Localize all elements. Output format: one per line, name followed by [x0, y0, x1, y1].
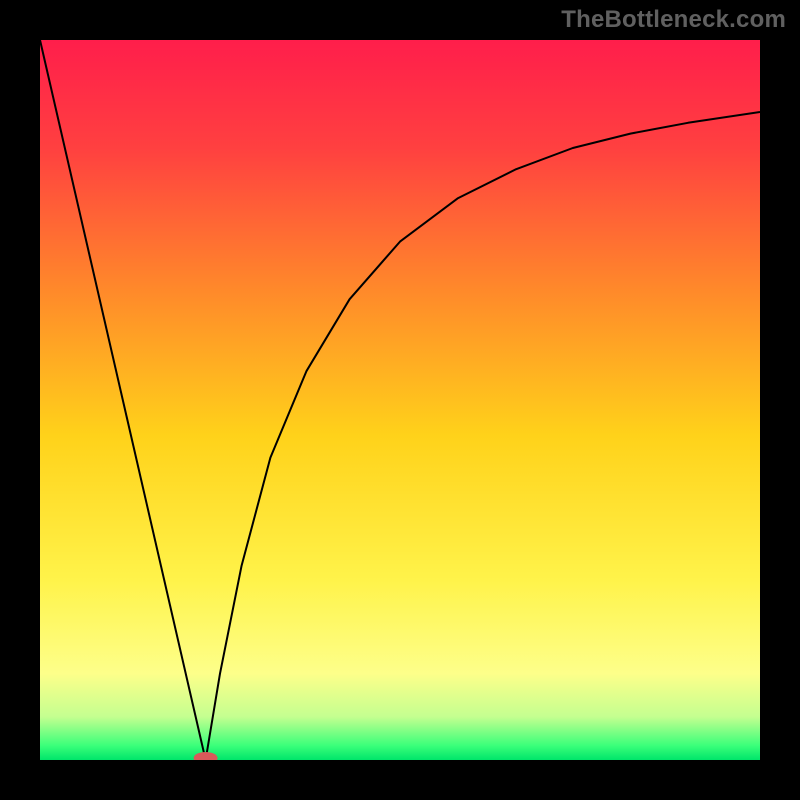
chart-svg — [40, 40, 760, 760]
plot-area — [40, 40, 760, 760]
watermark-text: TheBottleneck.com — [561, 6, 786, 34]
gradient-background — [40, 40, 760, 760]
chart-frame: TheBottleneck.com — [0, 0, 800, 800]
